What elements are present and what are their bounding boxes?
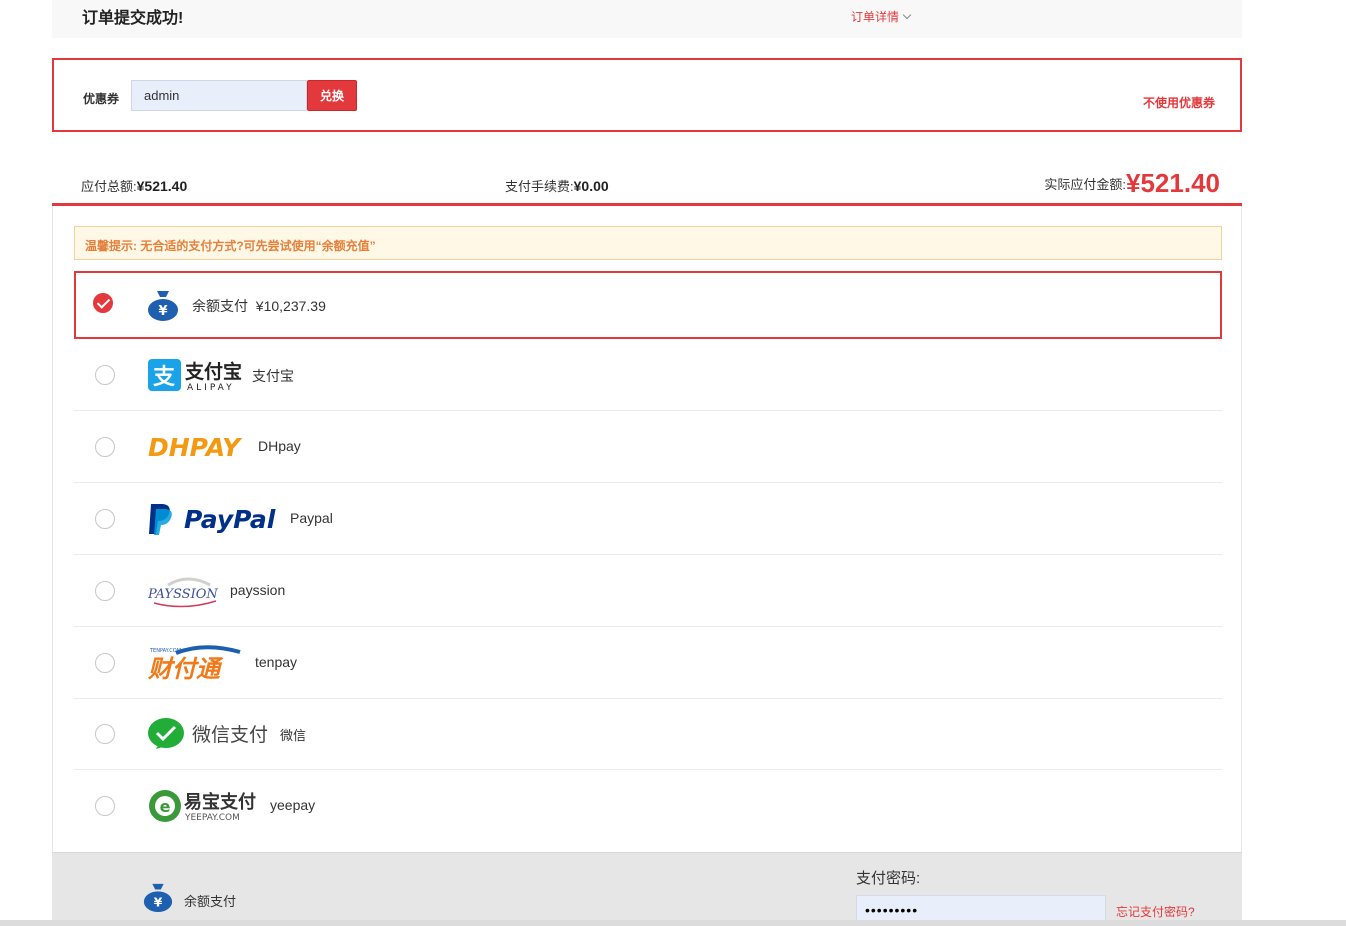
payment-methods: 温馨提示: 无合适的支付方式?可先尝试使用“余额充值” ¥ 余额支付 ¥10,2… [52,206,1242,852]
tip-banner: 温馨提示: 无合适的支付方式?可先尝试使用“余额充值” [74,226,1222,260]
wechat-pay-logo-text: 微信支付 [192,724,268,746]
alipay-logo-sub: ALIPAY [187,383,235,393]
balance-amount: ¥10,237.39 [255,298,326,314]
tenpay-logo-text: 财付通 [148,655,224,682]
radio-unchecked[interactable] [95,365,115,385]
chevron-down-icon [902,10,912,20]
alipay-logo: 支 支付宝 ALIPAY [148,355,242,395]
balance-label: 余额支付 [192,298,248,314]
redeem-button[interactable]: 兑换 [307,80,357,111]
alipay-logo-text: 支付宝 [184,360,242,383]
wechat-pay-logo: 微信支付 [148,714,272,754]
actual-label: 实际应付金额: [1044,177,1127,192]
page-title: 订单提交成功! [82,10,184,27]
payment-name-dhpay: DHpay [258,438,301,454]
order-detail-link[interactable]: 订单详情 [851,8,912,25]
payment-name-tenpay: tenpay [255,654,298,670]
fee-label: 支付手续费: [505,179,574,194]
payssion-logo-text: PAYSSION [148,587,218,602]
payment-name-payssion: payssion [230,582,286,598]
svg-text:¥: ¥ [154,895,163,909]
radio-unchecked[interactable] [95,581,115,601]
payment-name-alipay: 支付宝 [252,368,294,384]
fee-amount: 支付手续费:¥0.00 [505,176,609,195]
dhpay-logo: DHPAY [148,427,248,467]
money-bag-icon: ¥ [142,881,174,918]
payment-option-payssion[interactable]: PAYSSION payssion [74,555,1222,627]
tenpay-logo-sub: TENPAY.COM [149,648,181,654]
payssion-logo: PAYSSION [148,571,220,611]
paypal-logo-text: PayPal [184,505,276,534]
payment-name-yeepay: yeepay [270,797,316,813]
order-header: 订单提交成功! 订单详情 [52,0,1242,38]
money-bag-icon: ¥ [146,285,180,325]
radio-checked[interactable] [93,293,113,313]
fee-value: ¥0.00 [573,178,609,194]
payment-option-yeepay[interactable]: e 易宝支付 YEEPAY.COM yeepay [74,770,1222,842]
actual-amount: 实际应付金额:¥521.40 [1044,165,1220,198]
payment-option-paypal[interactable]: PayPal Paypal [74,483,1222,555]
coupon-input[interactable] [131,80,307,111]
payment-option-dhpay[interactable]: DHPAY DHpay [74,411,1222,483]
payment-name-balance: 余额支付 ¥10,237.39 [192,296,326,316]
payment-option-balance[interactable]: ¥ 余额支付 ¥10,237.39 [74,271,1222,339]
coupon-section: 优惠券 兑换 不使用优惠券 [52,58,1242,132]
totals-bar: 应付总额:¥521.40 支付手续费:¥0.00 实际应付金额:¥521.40 [52,160,1242,206]
payment-name-paypal: Paypal [290,510,333,526]
yeepay-logo-sub: YEEPAY.COM [184,813,240,823]
yeepay-logo-text: 易宝支付 [184,791,256,813]
tenpay-logo: TENPAY.COM 财付通 [148,643,244,683]
radio-unchecked[interactable] [95,796,115,816]
payment-name-wechat: 微信 [280,728,307,743]
actual-value: ¥521.40 [1126,168,1220,198]
horizontal-scrollbar[interactable] [0,920,1346,926]
total-amount: 应付总额:¥521.40 [81,176,187,195]
total-value: ¥521.40 [136,178,188,194]
svg-text:支: 支 [153,365,176,390]
svg-text:e: e [160,797,171,816]
radio-unchecked[interactable] [95,653,115,673]
yeepay-logo: e 易宝支付 YEEPAY.COM [148,786,260,826]
payment-option-alipay[interactable]: 支 支付宝 ALIPAY 支付宝 [74,339,1222,411]
payment-option-tenpay[interactable]: TENPAY.COM 财付通 tenpay [74,627,1222,699]
radio-unchecked[interactable] [95,509,115,529]
password-label: 支付密码: [856,870,921,887]
coupon-label: 优惠券 [83,92,120,106]
radio-unchecked[interactable] [95,724,115,744]
payment-footer: ¥ 余额支付 支付密码: 忘记支付密码? [52,852,1242,926]
paypal-logo: PayPal [148,499,280,539]
no-coupon-link[interactable]: 不使用优惠券 [1143,94,1215,111]
payment-option-wechat[interactable]: 微信支付 微信 [74,698,1222,770]
selected-method-name: 余额支付 [184,894,237,909]
radio-unchecked[interactable] [95,437,115,457]
forgot-password-link[interactable]: 忘记支付密码? [1116,903,1195,920]
svg-text:¥: ¥ [158,304,167,319]
order-detail-label: 订单详情 [851,10,900,24]
dhpay-logo-text: DHPAY [148,433,243,462]
total-label: 应付总额: [81,179,137,194]
